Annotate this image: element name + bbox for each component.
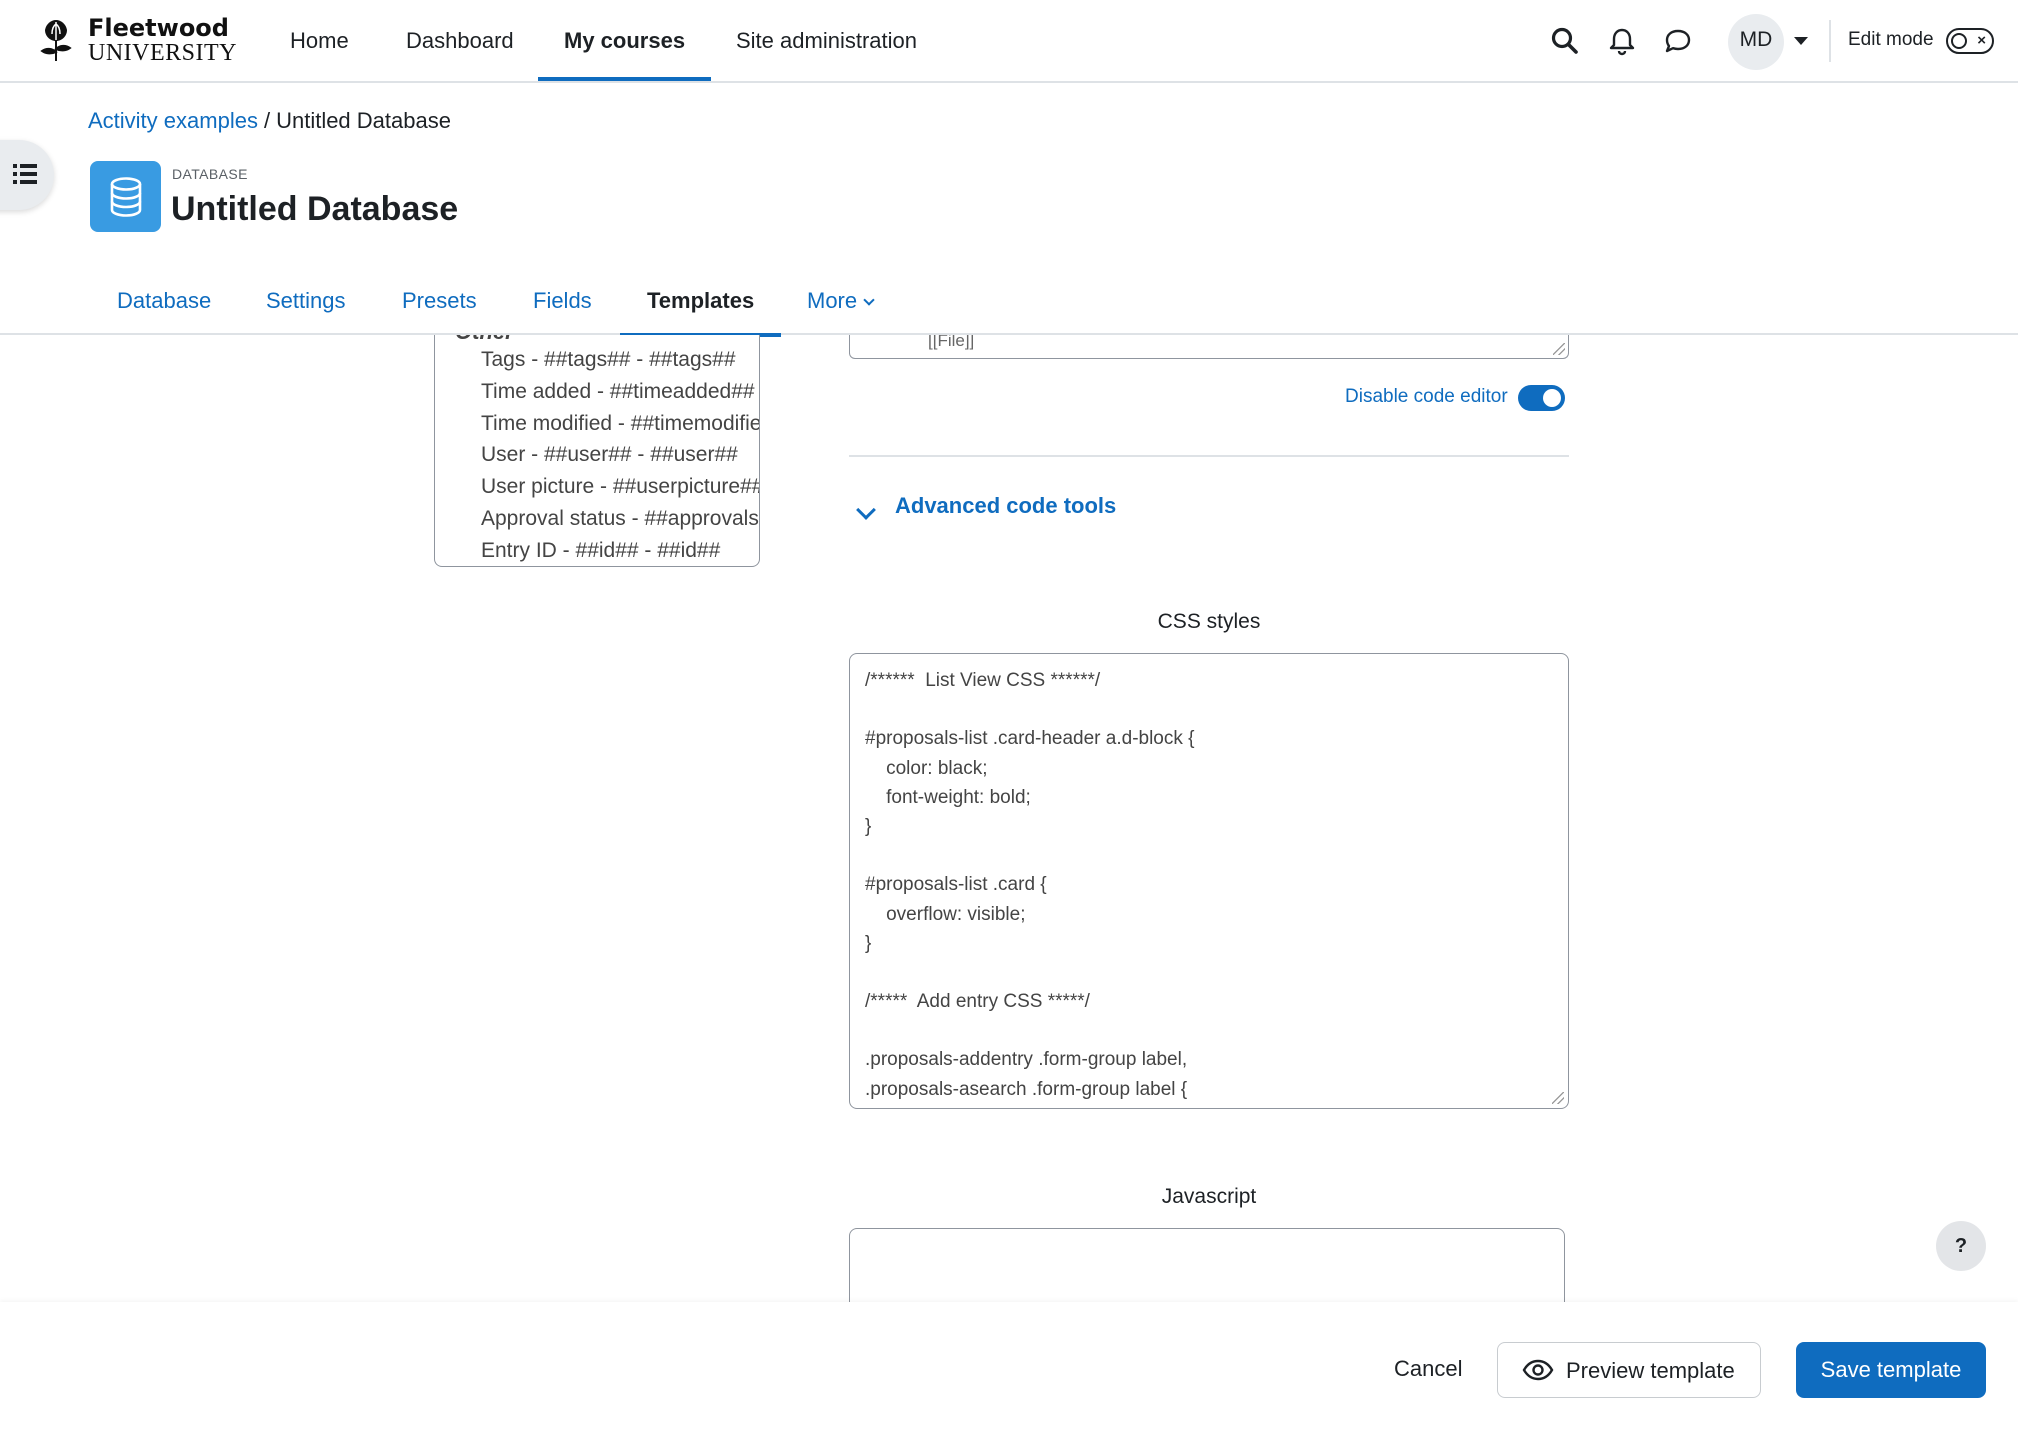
search-icon[interactable] <box>1550 26 1580 56</box>
message-icon[interactable] <box>1663 26 1693 56</box>
module-type-label: DATABASE <box>172 166 248 182</box>
javascript-textarea[interactable] <box>849 1228 1565 1302</box>
tab-settings[interactable]: Settings <box>239 268 373 335</box>
tag-item-timeadded[interactable]: Time added - ##timeadded## <box>481 380 755 404</box>
nav-my-courses[interactable]: My courses <box>538 0 712 81</box>
tag-item-timemodified[interactable]: Time modified - ##timemodified## <box>481 412 759 436</box>
disable-code-editor-label[interactable]: Disable code editor <box>1345 386 1508 408</box>
navbar-divider <box>1829 20 1831 62</box>
css-code-line: /****** List View CSS ******/ <box>865 670 1101 691</box>
css-code-line <box>865 1016 1553 1045</box>
css-code-line: overflow: visible; <box>865 903 1026 925</box>
site-logo[interactable]: Fleetwood UNIVERSITY <box>32 16 237 65</box>
template-code-editor[interactable]: [[File]] <box>849 335 1569 359</box>
preview-template-button[interactable]: Preview template <box>1497 1342 1761 1398</box>
tag-item-user[interactable]: User - ##user## - ##user## <box>481 443 738 467</box>
cancel-button[interactable]: Cancel <box>1380 1342 1476 1396</box>
tab-more-label: More <box>807 288 858 313</box>
available-tags-list[interactable]: Other Tags - ##tags## - ##tags## Time ad… <box>434 335 760 567</box>
advanced-code-tools-toggle[interactable]: Advanced code tools <box>895 493 1116 519</box>
tag-group-label: Other <box>455 335 514 345</box>
save-template-button[interactable]: Save template <box>1796 1342 1986 1398</box>
css-code-line <box>865 841 1553 870</box>
breadcrumb-parent-link[interactable]: Activity examples <box>88 108 258 133</box>
resize-grip-icon[interactable] <box>1553 343 1565 355</box>
css-code-line: font-weight: bold; <box>865 786 1031 808</box>
nav-home[interactable]: Home <box>264 0 375 81</box>
resize-grip-icon[interactable] <box>1552 1092 1564 1104</box>
css-code-line: } <box>865 815 872 837</box>
tulip-logo-icon <box>40 20 72 61</box>
breadcrumb-separator: / <box>263 108 271 133</box>
secondary-navigation: Database Settings Presets Fields Templat… <box>0 268 2018 337</box>
css-code-line: } <box>865 932 872 954</box>
tab-database[interactable]: Database <box>90 268 238 335</box>
css-code-line: color: black; <box>865 757 988 779</box>
toggle-off-x-icon: × <box>1977 32 1986 49</box>
javascript-label: Javascript <box>1161 1185 1257 1208</box>
logo-text-line2: UNIVERSITY <box>88 40 237 66</box>
user-avatar[interactable]: MD <box>1728 14 1784 70</box>
edit-mode-label: Edit mode <box>1848 29 1934 50</box>
template-code-snippet: [[File]] <box>928 335 975 350</box>
database-activity-icon <box>90 161 161 232</box>
css-code-line: #proposals-list .card-header a.d-block { <box>865 728 1195 750</box>
sticky-footer: Cancel Preview template Save template <box>0 1302 2018 1434</box>
css-code-line <box>865 958 1553 987</box>
tab-presets[interactable]: Presets <box>375 268 504 335</box>
preview-template-label: Preview template <box>1566 1358 1735 1383</box>
breadcrumb-current: Untitled Database <box>276 108 451 133</box>
tab-fields[interactable]: Fields <box>506 268 619 335</box>
main-content: Other Tags - ##tags## - ##tags## Time ad… <box>0 335 2018 1302</box>
chevron-down-icon[interactable] <box>856 500 876 520</box>
css-styles-textarea[interactable]: /****** List View CSS ******/ #proposals-… <box>849 653 1569 1109</box>
section-divider <box>849 455 1569 457</box>
css-code-line: /***** Add entry CSS *****/ <box>865 991 1090 1013</box>
edit-mode-toggle[interactable]: × <box>1946 28 1994 54</box>
disable-code-editor-switch[interactable] <box>1518 385 1565 411</box>
tag-item-entryid[interactable]: Entry ID - ##id## - ##id## <box>481 539 720 563</box>
nav-site-administration[interactable]: Site administration <box>710 0 943 81</box>
help-button[interactable]: ? <box>1936 1221 1986 1271</box>
nav-dashboard[interactable]: Dashboard <box>380 0 540 81</box>
tab-templates[interactable]: Templates <box>620 268 782 337</box>
css-code-line <box>865 695 1553 724</box>
top-navbar: Fleetwood UNIVERSITY Home Dashboard My c… <box>0 0 2018 83</box>
css-code-line: .proposals-addentry .form-group label, <box>865 1049 1188 1071</box>
bell-icon[interactable] <box>1607 26 1637 56</box>
list-icon <box>13 164 37 184</box>
breadcrumb: Activity examples / Untitled Database <box>88 108 451 134</box>
page-title: Untitled Database <box>171 190 459 228</box>
chevron-down-icon <box>863 294 875 306</box>
tag-item-approvalstatus[interactable]: Approval status - ##approvalstatus## <box>481 507 759 531</box>
css-styles-label: CSS styles <box>1157 610 1261 633</box>
toggle-knob <box>1951 33 1967 49</box>
course-index-drawer-toggle[interactable] <box>0 140 54 210</box>
tag-item-userpicture[interactable]: User picture - ##userpicture## <box>481 475 759 499</box>
eye-icon <box>1522 1359 1554 1381</box>
tag-item-tags[interactable]: Tags - ##tags## - ##tags## <box>481 348 736 372</box>
css-code-line: #proposals-list .card { <box>865 874 1047 896</box>
tab-more[interactable]: More <box>780 268 900 335</box>
logo-text-line1: Fleetwood <box>88 14 229 42</box>
css-code-line: .proposals-asearch .form-group label { <box>865 1078 1188 1100</box>
user-menu-caret-icon[interactable] <box>1794 37 1808 45</box>
switch-knob <box>1543 389 1561 407</box>
